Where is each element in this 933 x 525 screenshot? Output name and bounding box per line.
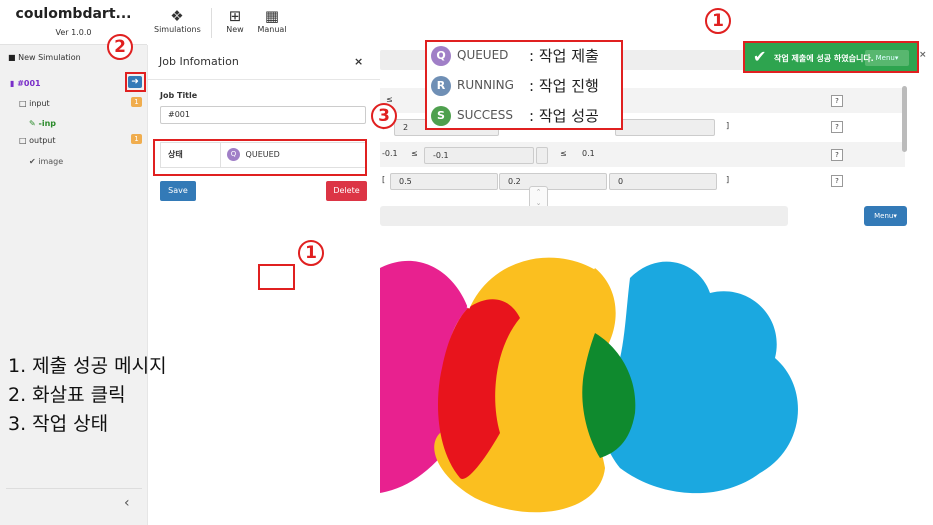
sidebar-footer: ‹	[6, 488, 142, 518]
value-field[interactable]: 0.5	[390, 173, 498, 190]
toolbar-divider	[211, 8, 212, 38]
app-name: coulombdart...	[15, 6, 132, 22]
manual-button[interactable]: ▦ Manual	[256, 7, 288, 34]
value-field[interactable]: -0.1	[424, 147, 534, 164]
bookmark-icon: ▮	[10, 79, 15, 88]
toast-close-icon[interactable]: ×	[919, 50, 927, 60]
folder-icon: ■	[8, 53, 16, 62]
simulation-id: #001	[17, 79, 41, 88]
image-item[interactable]: ✔ image	[29, 157, 63, 166]
max-value: 0.1	[582, 149, 595, 158]
simulations-label: Simulations	[154, 25, 201, 34]
legend-code: QUEUED	[457, 48, 509, 62]
form-scrollbar[interactable]	[902, 86, 907, 152]
help-icon[interactable]: ?	[831, 121, 843, 133]
simulation-item-001[interactable]: ▮ #001	[10, 79, 41, 88]
value-field[interactable]: 0.2	[499, 173, 607, 190]
check-icon: ✔	[29, 157, 36, 166]
new-button[interactable]: ⊞ New	[222, 7, 248, 34]
save-button[interactable]: Save	[160, 181, 196, 201]
running-icon: R	[431, 76, 451, 96]
output-box-icon: □	[19, 136, 27, 145]
input-label: input	[29, 99, 50, 108]
plus-square-icon: ⊞	[228, 7, 242, 25]
value-field[interactable]	[536, 147, 548, 164]
logo-blue-shape	[601, 261, 798, 494]
output-label: output	[29, 136, 56, 145]
input-folder[interactable]: □ input	[19, 99, 50, 108]
cubes-icon: ❖	[170, 7, 184, 25]
legend-code: RUNNING	[457, 78, 514, 92]
toast-message: 작업 제출에 성공 하였습니다.	[774, 54, 874, 63]
row-bracket-close: ]	[726, 121, 730, 130]
panel-divider	[148, 79, 380, 80]
min-value: -0.1	[382, 149, 398, 158]
status-legend: Q QUEUED : 작업 제출 R RUNNING : 작업 진행 S SUC…	[425, 40, 623, 130]
note-line: 2. 화살표 클릭	[8, 384, 126, 406]
new-label: New	[226, 25, 244, 34]
annotation-highlight-status	[153, 139, 367, 176]
collapse-sidebar-icon[interactable]: ‹	[124, 495, 130, 511]
job-title-input[interactable]: #001	[160, 106, 366, 124]
help-icon[interactable]: ?	[831, 175, 843, 187]
help-icon[interactable]: ?	[831, 95, 843, 107]
row-op: ≤	[411, 149, 418, 158]
row-bracket: [	[382, 175, 386, 184]
annotation-highlight-empty	[258, 264, 295, 290]
annotation-number-3: 3	[371, 103, 397, 129]
panel-title: Job Infomation	[159, 55, 239, 68]
image-label: image	[38, 157, 64, 166]
legend-desc: : 작업 진행	[529, 77, 599, 95]
note-line: 1. 제출 성공 메시지	[8, 355, 167, 377]
queued-icon: Q	[431, 46, 451, 66]
manual-label: Manual	[257, 25, 287, 34]
form-row: -0.1 ≤ -0.1 ≤ 0.1 ?	[380, 142, 905, 167]
annotation-number-2: 2	[107, 34, 133, 60]
note-line: 3. 작업 상태	[8, 413, 109, 435]
inp-file-label: -inp	[38, 119, 56, 128]
menu-dropdown-button[interactable]: Menu▾	[864, 206, 907, 226]
value-field[interactable]	[615, 119, 715, 136]
help-icon[interactable]: ?	[831, 149, 843, 161]
row-bracket-close: ]	[726, 175, 730, 184]
form-row: [ 0.5 0.2 0 ] ?	[380, 168, 905, 193]
job-title-label: Job Title	[160, 91, 198, 100]
edit-icon: ✎	[29, 119, 36, 128]
checkmark-icon: ✔	[753, 47, 767, 66]
output-image	[380, 254, 798, 513]
new-simulation-item[interactable]: ■ New Simulation	[8, 53, 81, 62]
simulations-button[interactable]: ❖ Simulations	[154, 7, 201, 34]
output-count-badge: 1	[131, 134, 142, 144]
legend-desc: : 작업 제출	[529, 47, 599, 65]
success-toast: ✔ Menu▾ 작업 제출에 성공 하였습니다.	[743, 41, 919, 73]
input-count-badge: 1	[131, 97, 142, 107]
book-icon: ▦	[264, 7, 280, 25]
annotation-number-1: 1	[298, 240, 324, 266]
legend-desc: : 작업 성공	[529, 107, 599, 125]
close-icon[interactable]: ×	[354, 55, 363, 68]
input-box-icon: □	[19, 99, 27, 108]
output-toolbar-bar	[380, 206, 788, 226]
legend-code: SUCCESS	[457, 108, 513, 122]
row-op: ≤	[560, 149, 567, 158]
inp-file-item[interactable]: ✎ -inp	[29, 119, 56, 128]
new-simulation-label: New Simulation	[18, 53, 81, 62]
value-field[interactable]: 0	[609, 173, 717, 190]
annotation-highlight-arrow	[125, 72, 146, 92]
output-folder[interactable]: □ output	[19, 136, 56, 145]
annotation-number-1: 1	[705, 8, 731, 34]
delete-button[interactable]: Delete	[326, 181, 367, 201]
success-icon: S	[431, 106, 451, 126]
